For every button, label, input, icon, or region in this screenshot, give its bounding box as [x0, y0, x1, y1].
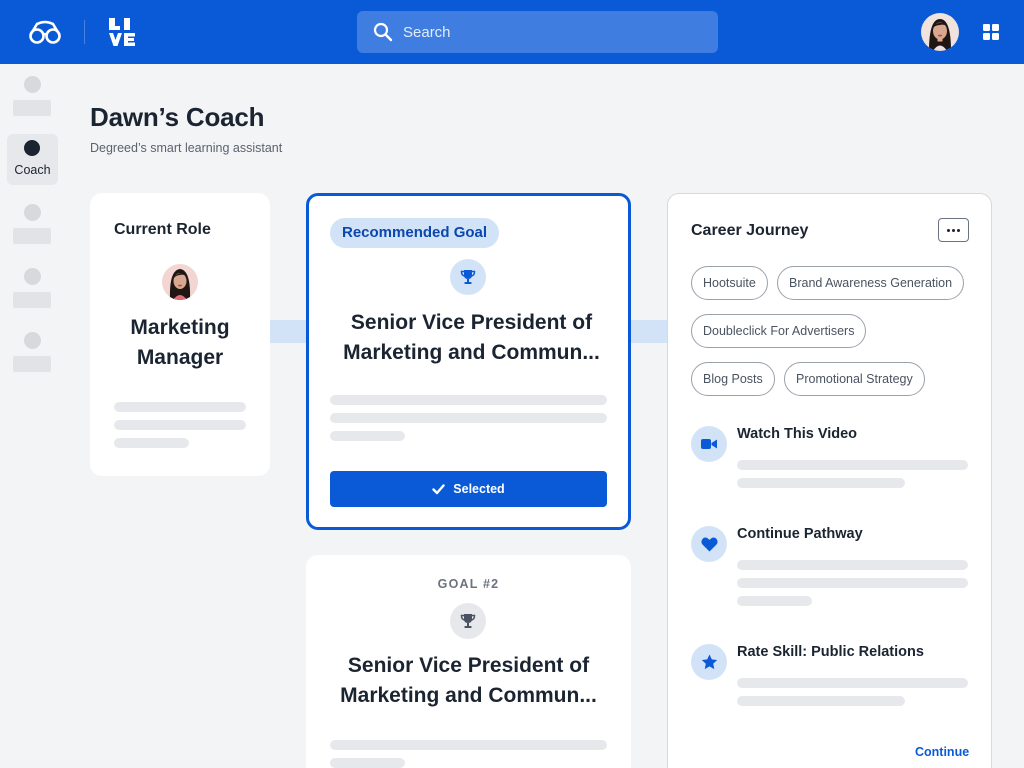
coach-icon	[24, 140, 40, 156]
goal-2-card[interactable]: GOAL #2 Senior Vice President of Marketi…	[306, 555, 631, 768]
search-icon	[373, 22, 393, 42]
nav-icon-placeholder	[24, 332, 41, 349]
text-placeholder	[330, 395, 607, 405]
nav-label-placeholder	[13, 100, 51, 116]
role-goal-connector	[270, 320, 308, 343]
nav-icon-placeholder	[24, 268, 41, 285]
sidebar-item-placeholder[interactable]	[7, 70, 58, 121]
trophy-icon	[450, 259, 486, 295]
current-role-card: Current Role Marketing Manager	[90, 193, 270, 476]
search-input[interactable]: Search	[357, 11, 718, 53]
user-avatar[interactable]	[921, 13, 959, 51]
text-placeholder	[737, 596, 812, 606]
recommended-goal-title: Senior Vice President of	[350, 311, 593, 334]
goal-2-title: Marketing and Commun...	[340, 684, 597, 707]
video-camera-icon	[691, 426, 727, 462]
star-icon	[691, 644, 727, 680]
nav-label-placeholder	[13, 228, 51, 244]
text-placeholder	[114, 438, 189, 448]
activity-title[interactable]: Rate Skill: Public Relations	[737, 644, 924, 660]
avatar	[162, 264, 198, 300]
checkmark-icon	[432, 483, 445, 494]
nav-icon-placeholder	[24, 76, 41, 93]
recommended-goal-title: Marketing and Commun...	[343, 341, 600, 364]
trophy-icon	[450, 603, 486, 639]
goal-2-label: GOAL #2	[437, 577, 500, 591]
nav-label-placeholder	[13, 292, 51, 308]
goal-journey-connector	[631, 320, 667, 343]
continue-link[interactable]: Continue	[915, 745, 969, 759]
activity-title[interactable]: Continue Pathway	[737, 526, 863, 542]
skill-tag[interactable]: Hootsuite	[691, 266, 768, 300]
text-placeholder	[330, 740, 607, 750]
brand-logo-icon[interactable]	[107, 17, 137, 47]
text-placeholder	[114, 420, 246, 430]
sidebar-item-placeholder[interactable]	[7, 326, 58, 377]
sidebar-item-placeholder[interactable]	[7, 198, 58, 249]
text-placeholder	[330, 413, 607, 423]
selected-button-label: Selected	[453, 482, 505, 496]
text-placeholder	[737, 678, 968, 688]
sidebar-item-coach[interactable]: Coach	[7, 134, 58, 185]
apps-grid-icon[interactable]	[983, 24, 999, 40]
skill-tag[interactable]: Doubleclick For Advertisers	[691, 314, 867, 348]
text-placeholder	[737, 478, 905, 488]
header-divider	[84, 20, 85, 44]
current-role-heading: Current Role	[114, 221, 211, 238]
activity-title[interactable]: Watch This Video	[737, 426, 857, 442]
text-placeholder	[737, 578, 968, 588]
career-journey-title: Career Journey	[691, 222, 809, 239]
page-subtitle: Degreed’s smart learning assistant	[90, 141, 283, 155]
skill-tag[interactable]: Brand Awareness Generation	[777, 266, 965, 300]
skill-tag[interactable]: Blog Posts	[691, 362, 775, 396]
glasses-logo-icon[interactable]	[28, 20, 62, 44]
text-placeholder	[737, 696, 905, 706]
selected-button[interactable]: Selected	[330, 471, 607, 507]
page-title: Dawn’s Coach	[90, 102, 265, 132]
text-placeholder	[330, 758, 405, 768]
current-role-name: Marketing Manager	[130, 316, 230, 369]
text-placeholder	[330, 431, 405, 441]
skill-tag[interactable]: Promotional Strategy	[784, 362, 925, 396]
nav-label-placeholder	[13, 356, 51, 372]
more-dots-icon	[947, 228, 950, 232]
nav-icon-placeholder	[24, 204, 41, 221]
text-placeholder	[737, 460, 968, 470]
top-navigation-bar: Search	[0, 0, 1024, 64]
goal-2-title: Senior Vice President of	[347, 654, 590, 677]
heart-icon	[691, 526, 727, 562]
more-options-button[interactable]	[938, 218, 969, 242]
sidebar-item-placeholder[interactable]	[7, 262, 58, 313]
recommended-goal-badge: Recommended Goal	[330, 218, 500, 248]
text-placeholder	[737, 560, 968, 570]
search-placeholder: Search	[403, 23, 451, 41]
sidebar-item-label: Coach	[14, 163, 51, 177]
text-placeholder	[114, 402, 246, 412]
recommended-goal-card[interactable]: Recommended Goal Senior Vice President o…	[306, 193, 631, 530]
career-journey-card: Career Journey Hootsuite Brand Awareness…	[667, 193, 992, 768]
